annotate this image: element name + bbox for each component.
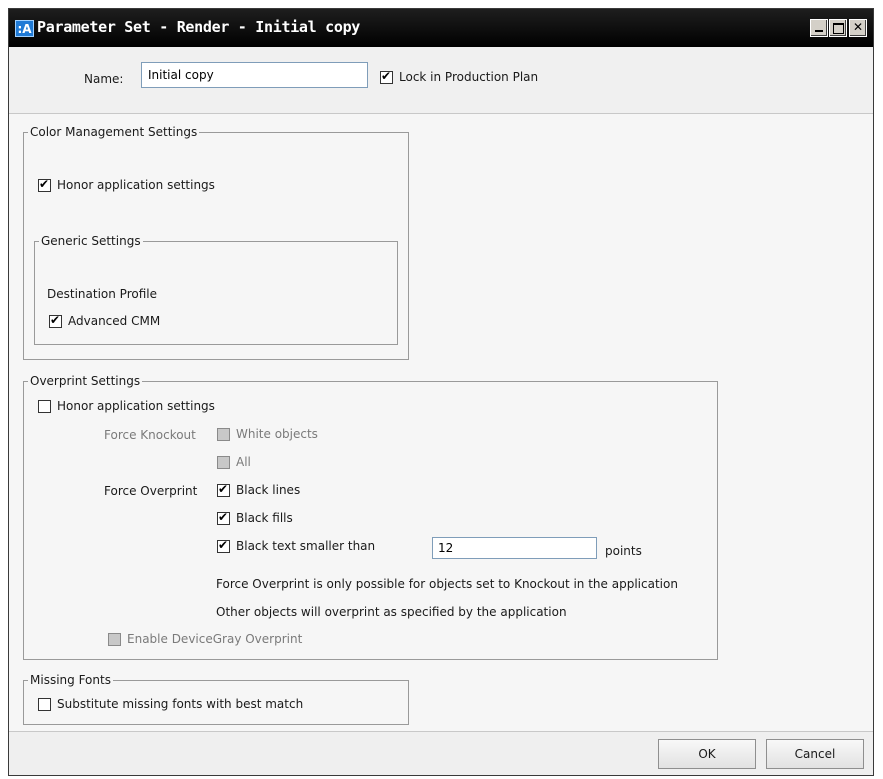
missing-fonts-group: Missing Fonts Substitute missing fonts w… [23, 673, 409, 725]
all-label: All [236, 455, 251, 469]
settings-body: Color Management Settings Honor applicat… [9, 114, 873, 734]
cancel-button[interactable]: Cancel [766, 739, 864, 769]
substitute-fonts-row[interactable]: Substitute missing fonts with best match [38, 697, 303, 711]
black-lines-checkbox[interactable] [217, 482, 230, 497]
force-knockout-label: Force Knockout [104, 428, 196, 442]
force-overprint-label: Force Overprint [104, 484, 198, 498]
advanced-cmm-label: Advanced CMM [68, 314, 161, 328]
black-fills-label: Black fills [236, 511, 293, 525]
advanced-cmm-row[interactable]: Advanced CMM [49, 313, 161, 328]
all-checkbox[interactable] [217, 455, 230, 469]
black-fills-checkbox[interactable] [217, 510, 230, 525]
black-text-size-input[interactable] [432, 537, 597, 559]
all-row[interactable]: All [217, 455, 251, 469]
generic-settings-group: Generic Settings Destination Profile Adv… [34, 234, 398, 345]
ok-button[interactable]: OK [658, 739, 756, 769]
op-honor-label: Honor application settings [57, 399, 215, 413]
name-label: Name: [84, 72, 124, 86]
black-text-checkbox[interactable] [217, 538, 230, 553]
devicegray-label: Enable DeviceGray Overprint [127, 632, 303, 646]
lock-checkbox[interactable] [380, 69, 393, 84]
cm-honor-checkbox[interactable] [38, 177, 51, 192]
advanced-cmm-checkbox[interactable] [49, 313, 62, 328]
name-input[interactable] [141, 62, 368, 88]
op-honor-row[interactable]: Honor application settings [38, 399, 215, 413]
black-fills-row[interactable]: Black fills [217, 510, 293, 525]
maximize-button[interactable] [829, 19, 847, 37]
black-text-row[interactable]: Black text smaller than [217, 538, 376, 553]
color-management-group: Color Management Settings Honor applicat… [23, 125, 409, 360]
generic-settings-title: Generic Settings [39, 234, 143, 248]
dialog-footer: OK Cancel [9, 731, 873, 775]
minimize-button[interactable] [810, 19, 828, 37]
overprint-note-2: Other objects will overprint as specifie… [216, 605, 567, 619]
devicegray-row[interactable]: Enable DeviceGray Overprint [108, 632, 302, 646]
black-lines-row[interactable]: Black lines [217, 482, 301, 497]
app-icon: :A [15, 20, 34, 37]
color-management-title: Color Management Settings [28, 125, 200, 139]
overprint-note-1: Force Overprint is only possible for obj… [216, 577, 678, 591]
white-objects-label: White objects [236, 427, 318, 441]
cm-honor-label: Honor application settings [57, 178, 215, 192]
points-label: points [605, 544, 642, 558]
devicegray-checkbox[interactable] [108, 632, 121, 646]
missing-fonts-title: Missing Fonts [28, 673, 113, 687]
destination-profile-label: Destination Profile [47, 287, 157, 301]
lock-label: Lock in Production Plan [399, 70, 539, 84]
black-lines-label: Black lines [236, 483, 301, 497]
overprint-title: Overprint Settings [28, 374, 143, 388]
white-objects-row[interactable]: White objects [217, 427, 318, 441]
overprint-group: Overprint Settings Honor application set… [23, 374, 718, 660]
black-text-label: Black text smaller than [236, 539, 376, 553]
name-header: Name: Lock in Production Plan [9, 47, 873, 114]
white-objects-checkbox[interactable] [217, 427, 230, 441]
substitute-fonts-checkbox[interactable] [38, 697, 51, 711]
window-title: Parameter Set - Render - Initial copy [37, 18, 361, 36]
op-honor-checkbox[interactable] [38, 399, 51, 413]
lock-row[interactable]: Lock in Production Plan [380, 69, 539, 84]
cm-honor-row[interactable]: Honor application settings [38, 177, 215, 192]
close-button[interactable] [849, 19, 867, 37]
dialog-window: :A Parameter Set - Render - Initial copy… [8, 8, 874, 776]
substitute-fonts-label: Substitute missing fonts with best match [57, 697, 304, 711]
title-bar[interactable]: :A Parameter Set - Render - Initial copy [9, 9, 873, 47]
